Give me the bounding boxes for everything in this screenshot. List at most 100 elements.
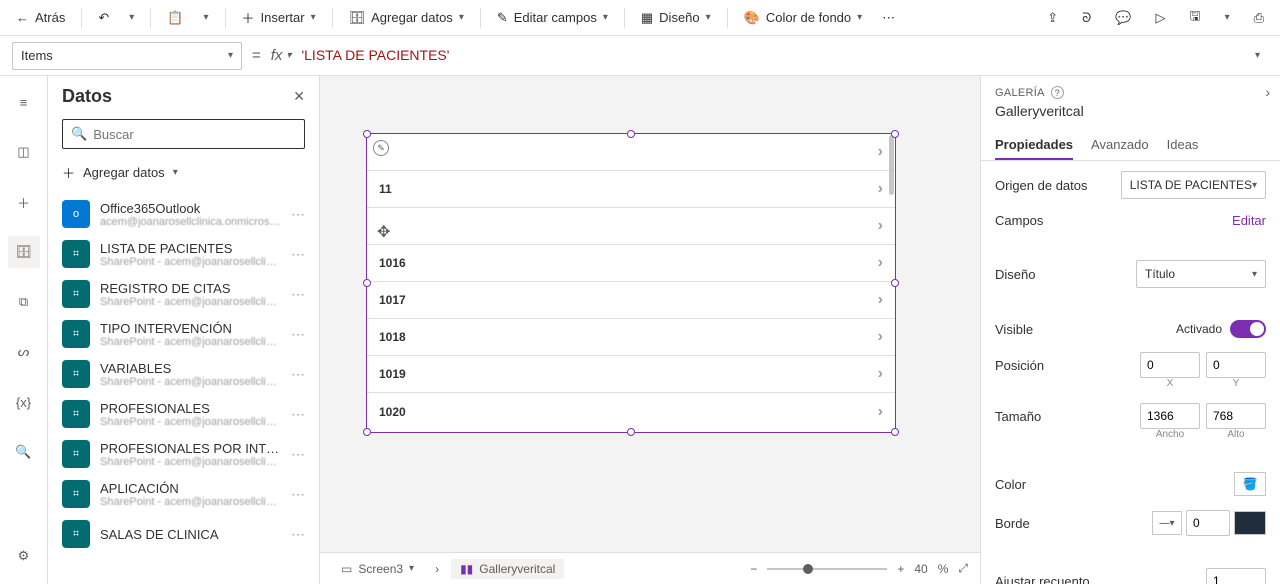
rail-data[interactable]: 🗄	[8, 236, 40, 268]
insert-button[interactable]: ＋ Insertar ▾	[234, 4, 324, 31]
overflow-button[interactable]: ⋯	[874, 6, 903, 30]
size-h-input[interactable]	[1206, 403, 1266, 429]
border-color-picker[interactable]	[1234, 511, 1266, 535]
edit-pencil-icon[interactable]: ✎	[373, 140, 389, 156]
gallery-row[interactable]: 1017›	[367, 282, 895, 319]
add-data-button[interactable]: 🗄 Agregar datos ▾	[341, 6, 472, 30]
zoom-thumb[interactable]	[803, 564, 813, 574]
tab-advanced[interactable]: Avanzado	[1091, 131, 1149, 160]
datasource-item[interactable]: ⌗PROFESIONALESSharePoint - acem@joanaros…	[48, 394, 319, 434]
tab-properties[interactable]: Propiedades	[995, 131, 1073, 160]
undo-button[interactable]: ↶	[90, 6, 117, 30]
edit-fields-button[interactable]: ✎ Editar campos ▾	[489, 6, 616, 30]
position-y-input[interactable]	[1206, 352, 1266, 378]
fx-button[interactable]: fx ▾	[271, 47, 292, 64]
chevron-right-icon[interactable]: ›	[878, 328, 883, 346]
fields-edit-link[interactable]: Editar	[1232, 213, 1266, 228]
chevron-right-icon[interactable]: ›	[878, 217, 883, 235]
resize-handle[interactable]	[891, 428, 899, 436]
position-x-input[interactable]	[1140, 352, 1200, 378]
datasource-item[interactable]: ⌗APLICACIÓNSharePoint - acem@joanarosell…	[48, 474, 319, 514]
rail-insert[interactable]: ◫	[8, 136, 40, 168]
share-button[interactable]: ⇪	[1039, 6, 1066, 30]
zoom-slider[interactable]	[767, 568, 887, 570]
visible-toggle[interactable]	[1230, 320, 1266, 338]
gallery-row[interactable]: 1019›	[367, 356, 895, 393]
datasource-item[interactable]: ⌗VARIABLESSharePoint - acem@joanarosellc…	[48, 354, 319, 394]
chevron-right-icon[interactable]: ›	[878, 403, 883, 421]
publish-button[interactable]: ⎙	[1246, 6, 1272, 30]
chevron-right-icon[interactable]: ›	[878, 143, 883, 161]
resize-handle[interactable]	[363, 428, 371, 436]
fit-button[interactable]: ⤢	[958, 561, 968, 576]
rail-flows[interactable]: ᔕ	[8, 336, 40, 368]
datasource-item[interactable]: ⌗REGISTRO DE CITASSharePoint - acem@joan…	[48, 274, 319, 314]
save-button[interactable]: 🖫	[1181, 3, 1208, 33]
resize-handle[interactable]	[363, 130, 371, 138]
paste-button[interactable]: 📋	[159, 6, 191, 30]
chevron-right-icon[interactable]: ›	[1265, 84, 1270, 100]
tab-ideas[interactable]: Ideas	[1167, 131, 1199, 160]
more-icon[interactable]: ⋯	[291, 366, 305, 383]
color-picker[interactable]: 🪣	[1234, 472, 1266, 496]
datasource-item[interactable]: ⌗PROFESIONALES POR INTERVE...SharePoint …	[48, 434, 319, 474]
size-w-input[interactable]	[1140, 403, 1200, 429]
move-icon[interactable]: ✥	[377, 222, 390, 242]
chevron-right-icon[interactable]: ›	[878, 180, 883, 198]
close-icon[interactable]: ✕	[293, 88, 305, 105]
formula-expand[interactable]: ▾	[1247, 46, 1268, 65]
gallery-row[interactable]: 11›	[367, 171, 895, 208]
resize-handle[interactable]	[627, 428, 635, 436]
border-style-select[interactable]: — ▾	[1152, 511, 1182, 535]
chevron-right-icon[interactable]: ›	[878, 365, 883, 383]
help-icon[interactable]: ?	[1051, 86, 1064, 99]
rail-tree[interactable]: ≡	[8, 86, 40, 118]
checker-button[interactable]: ᘐ	[1074, 6, 1099, 30]
search-input[interactable]	[93, 127, 296, 142]
chevron-right-icon[interactable]: ›	[878, 254, 883, 272]
resize-handle[interactable]	[891, 130, 899, 138]
datasource-item[interactable]: ⌗LISTA DE PACIENTESSharePoint - acem@joa…	[48, 234, 319, 274]
gallery-row[interactable]: 1020›	[367, 393, 895, 430]
rail-add[interactable]: ＋	[8, 186, 40, 218]
rail-settings[interactable]: ⚙	[8, 540, 40, 572]
datasource-item[interactable]: ⌗SALAS DE CLINICA⋯	[48, 514, 319, 554]
layout-button[interactable]: ▦ Diseño ▾	[633, 6, 719, 30]
resize-handle[interactable]	[891, 279, 899, 287]
zoom-out-button[interactable]: −	[750, 562, 757, 576]
search-input-wrap[interactable]: 🔍	[62, 119, 305, 149]
paste-dropdown[interactable]: ▾	[195, 8, 216, 27]
add-data-link[interactable]: ＋ Agregar datos ▾	[62, 159, 305, 186]
chevron-right-icon[interactable]: ›	[878, 291, 883, 309]
datasource-item[interactable]: ⌗TIPO INTERVENCIÓNSharePoint - acem@joan…	[48, 314, 319, 354]
more-icon[interactable]: ⋯	[291, 286, 305, 303]
gallery-control[interactable]: ✎ ✥ ›11››1016›1017›1018›1019›1020›	[366, 133, 896, 433]
bg-color-button[interactable]: 🎨 Color de fondo ▾	[736, 6, 871, 30]
datasource-item[interactable]: oOffice365Outlookacem@joanarosellclinica…	[48, 194, 319, 234]
back-button[interactable]: ← Atrás	[8, 6, 73, 29]
zoom-in-button[interactable]: +	[897, 562, 904, 576]
gallery-row[interactable]: ›	[367, 134, 895, 171]
resize-handle[interactable]	[363, 279, 371, 287]
gallery-row[interactable]: ›	[367, 208, 895, 245]
save-dropdown[interactable]: ▾	[1217, 8, 1238, 27]
breadcrumb-control[interactable]: ▮▮ Galleryveritcal	[451, 559, 564, 579]
more-icon[interactable]: ⋯	[291, 246, 305, 263]
undo-dropdown[interactable]: ▾	[121, 8, 142, 27]
rail-media[interactable]: ⧉	[8, 286, 40, 318]
rail-variables[interactable]: {x}	[8, 386, 40, 418]
property-select[interactable]: Items ▾	[12, 42, 242, 70]
rail-search[interactable]: 🔍	[8, 436, 40, 468]
border-width-input[interactable]	[1186, 510, 1230, 536]
gallery-row[interactable]: 1018›	[367, 319, 895, 356]
more-icon[interactable]: ⋯	[291, 406, 305, 423]
formula-input[interactable]: 'LISTA DE PACIENTES'	[301, 47, 1237, 64]
comments-button[interactable]: 💬	[1107, 6, 1139, 30]
wrap-input[interactable]	[1206, 568, 1266, 584]
more-icon[interactable]: ⋯	[291, 206, 305, 223]
more-icon[interactable]: ⋯	[291, 526, 305, 543]
canvas[interactable]: ✎ ✥ ›11››1016›1017›1018›1019›1020› ▭ Scr…	[320, 76, 980, 584]
more-icon[interactable]: ⋯	[291, 326, 305, 343]
gallery-row[interactable]: 1016›	[367, 245, 895, 282]
scrollbar-thumb[interactable]	[889, 135, 894, 195]
